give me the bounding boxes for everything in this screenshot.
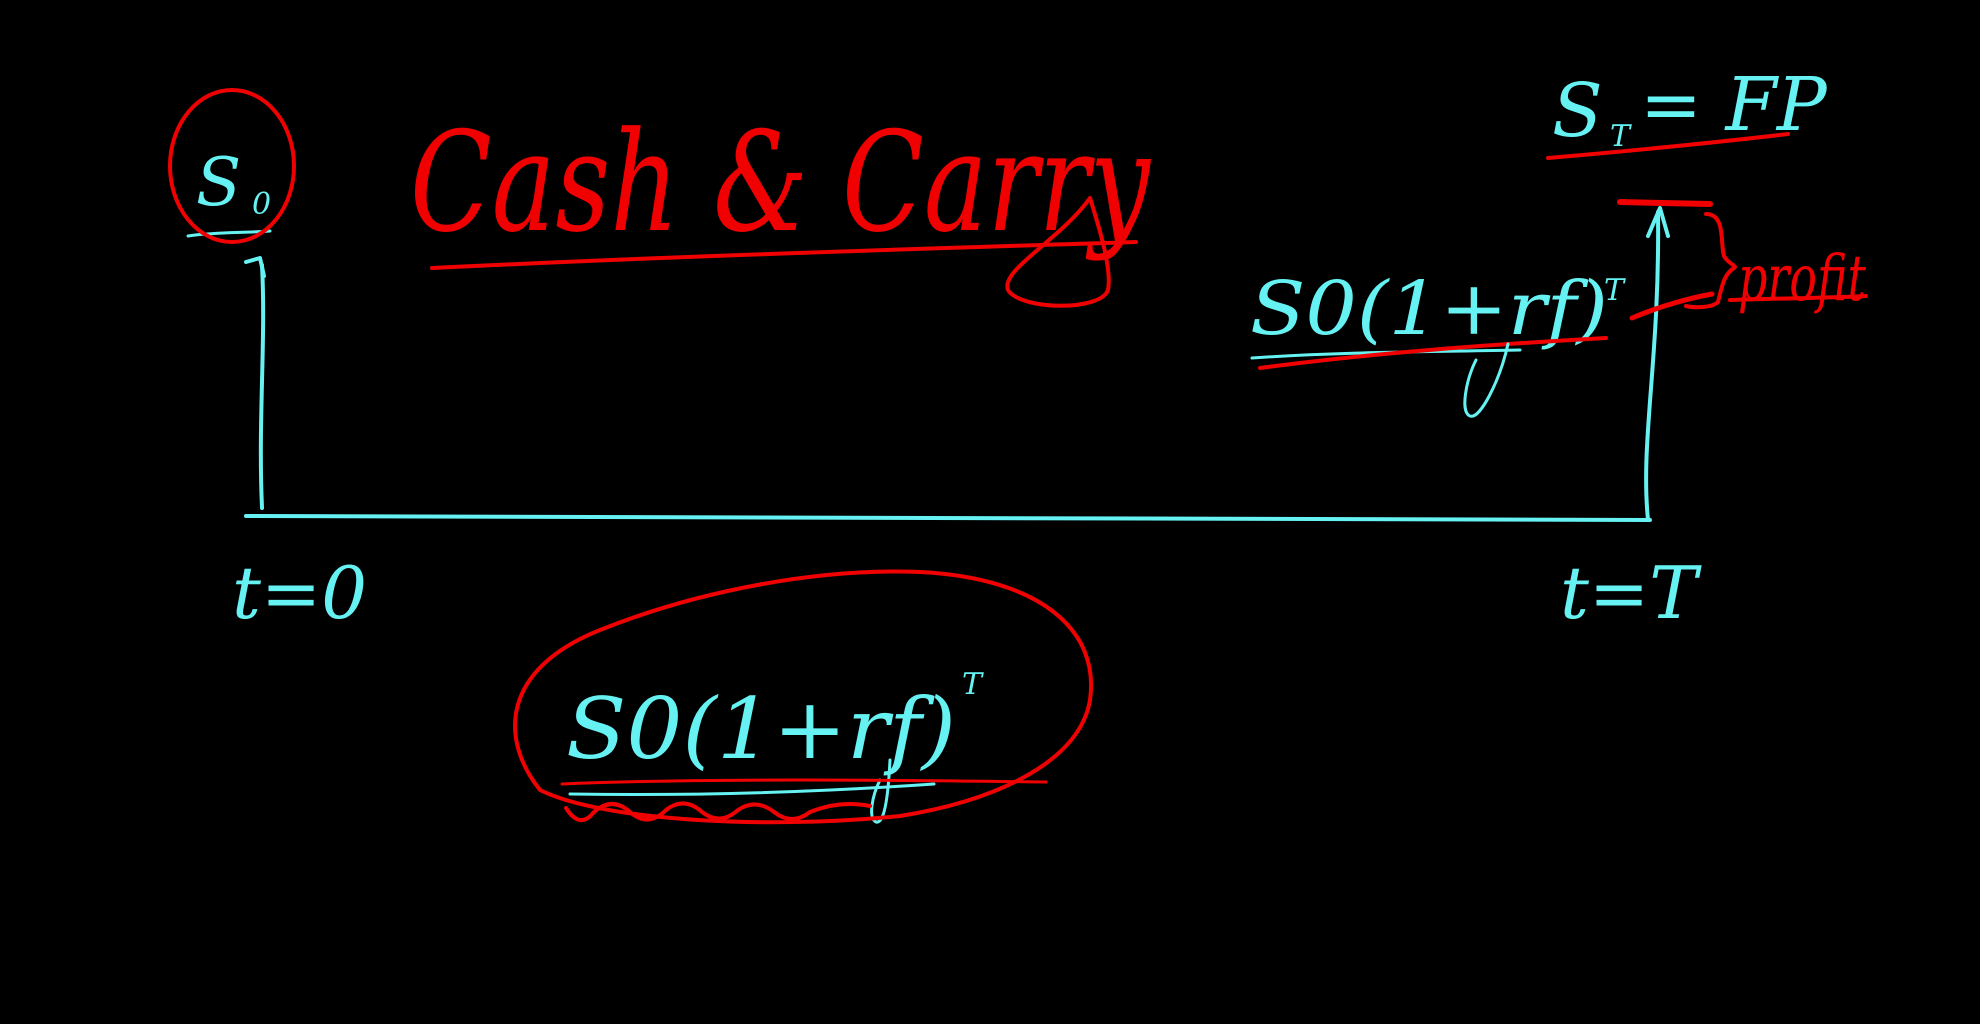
compounded-upper-descender [1463,342,1510,418]
spot-now-subscript: 0 [252,187,271,222]
compounded-lower-underline-cyan [568,782,936,797]
end-arrow-shaft [1644,210,1661,522]
whiteboard-canvas: S 0 Cash & Carry S T = FP S0(1+rf) T pro… [168,62,1868,825]
spot-price-now: S 0 [168,88,296,244]
compounded-lower-underline-red [560,778,1048,786]
expiry-spot-label: S [1552,68,1603,154]
time-start-label: t=0 [232,551,367,635]
compounded-cost-lower: S0(1+rf) T [513,569,1094,825]
profit-label: profit [1738,242,1866,316]
timeline-axis [244,514,1652,522]
profit-top-mark [1617,199,1713,207]
compounded-cost-upper: S0(1+rf) T [1250,266,1626,418]
compounded-lower-label: S0(1+rf) [566,680,956,778]
title-group: Cash & Carry [410,102,1152,308]
expiry-forward-price: = FP [1640,62,1828,148]
page-title: Cash & Carry [410,102,1152,263]
start-arrow-shaft [258,263,266,510]
time-end-label: t=T [1560,551,1702,635]
compounded-upper-superscript: T [1604,273,1626,308]
expiry-equation: S T = FP [1546,62,1828,160]
spot-now-label: S [196,144,241,221]
compounded-lower-superscript: T [962,667,984,702]
